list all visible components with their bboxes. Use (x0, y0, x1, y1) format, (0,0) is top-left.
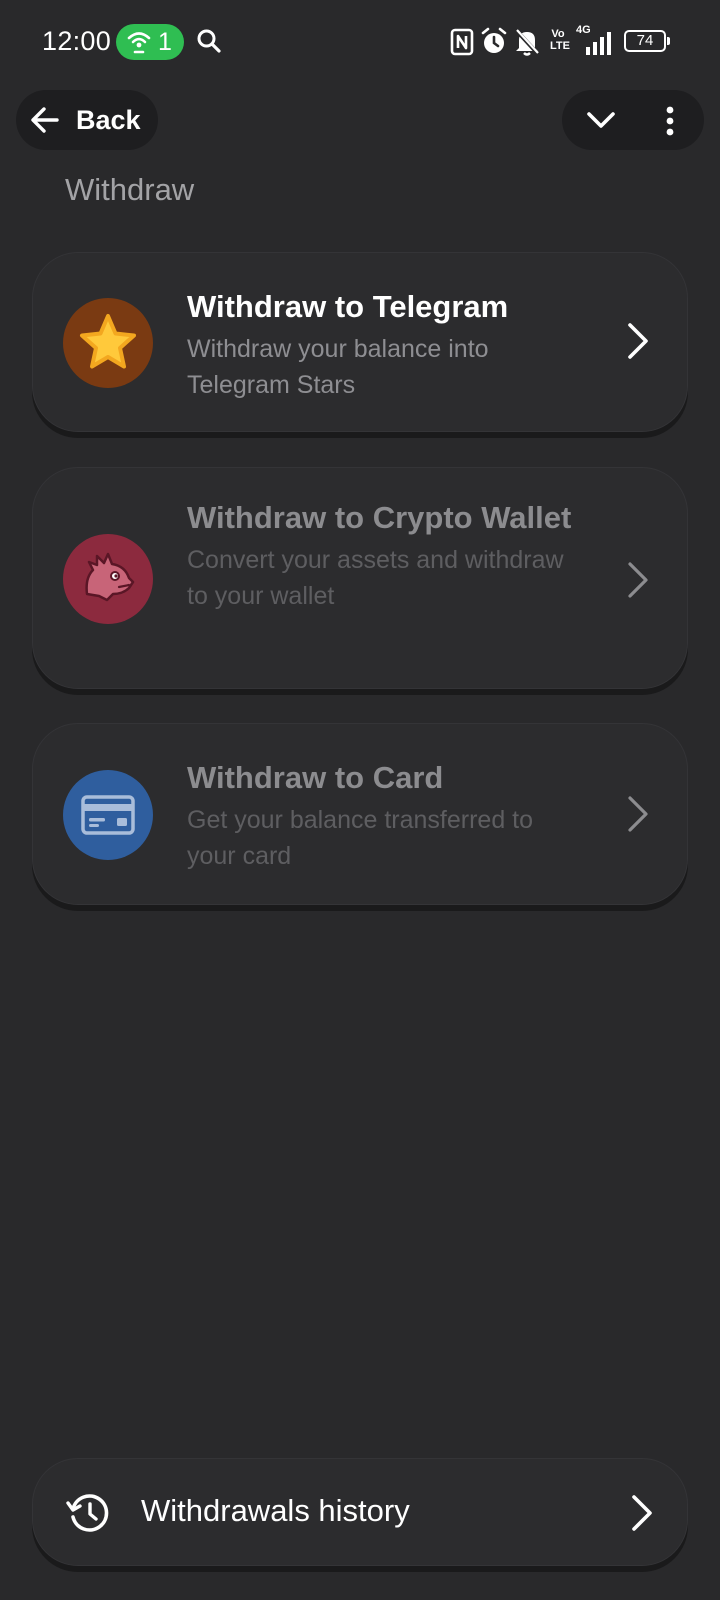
credit-card-icon (81, 795, 135, 835)
option-title: Withdraw to Telegram (187, 289, 509, 324)
status-bar: 12:00 1 Vo LTE 4G 74 (0, 0, 720, 84)
nfc-icon (450, 28, 474, 56)
telegram-stars-avatar (63, 298, 153, 388)
chevron-right-icon (625, 560, 651, 605)
chevron-right-icon (629, 1493, 655, 1538)
chevron-right-icon (625, 794, 651, 839)
withdraw-crypto-option[interactable]: Withdraw to Crypto Wallet Convert your a… (32, 467, 688, 689)
withdraw-telegram-option[interactable]: Withdraw to Telegram Withdraw your balan… (32, 252, 688, 432)
battery-icon: 74 (624, 30, 670, 52)
card-avatar (63, 770, 153, 860)
page-title: Withdraw (65, 172, 195, 207)
dragon-icon (85, 552, 135, 602)
back-button[interactable]: Back (16, 90, 158, 150)
history-icon (66, 1494, 109, 1532)
back-label: Back (76, 104, 141, 135)
more-vertical-icon[interactable] (664, 106, 676, 136)
volte-indicator: Vo LTE (550, 28, 570, 52)
battery-level: 74 (636, 32, 654, 49)
history-label: Withdrawals history (141, 1493, 410, 1528)
option-title: Withdraw to Crypto Wallet (187, 500, 572, 535)
signal-icon (586, 32, 611, 55)
star-icon (80, 314, 136, 369)
chevron-right-icon (625, 321, 651, 366)
status-time: 12:00 (42, 26, 112, 56)
withdrawals-history-button[interactable]: Withdrawals history (32, 1458, 688, 1566)
hotspot-indicator: 1 (116, 24, 184, 60)
option-title: Withdraw to Card (187, 760, 444, 795)
option-subtitle: Withdraw your balance into Telegram Star… (187, 335, 489, 399)
crypto-wallet-avatar (63, 534, 153, 624)
hotspot-icon (127, 32, 151, 54)
option-subtitle: Convert your assets and withdraw to your… (187, 546, 564, 610)
hotspot-count: 1 (158, 28, 172, 56)
search-icon (197, 29, 221, 53)
alarm-icon (481, 27, 507, 53)
option-subtitle: Get your balance transferred to your car… (187, 806, 534, 870)
chevron-down-icon[interactable] (586, 106, 616, 134)
arrow-left-icon (31, 107, 59, 133)
top-actions (562, 90, 704, 150)
bell-off-icon (514, 28, 540, 56)
withdraw-card-option[interactable]: Withdraw to Card Get your balance transf… (32, 723, 688, 905)
